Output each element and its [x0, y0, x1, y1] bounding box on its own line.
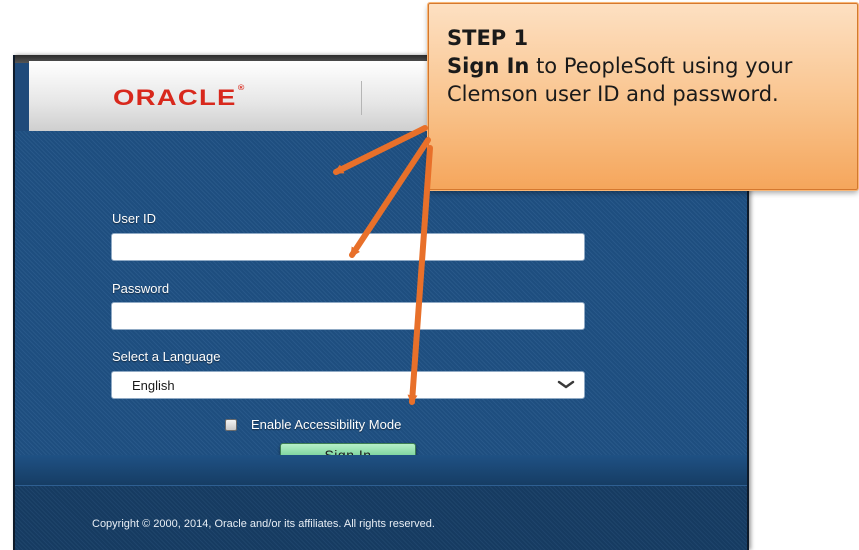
chevron-down-icon[interactable] [556, 374, 576, 394]
callout-step-title: STEP 1 [447, 26, 529, 50]
language-label: Select a Language [112, 349, 221, 364]
password-label: Password [112, 281, 170, 296]
screenshot-stage: ORACLE® F User ID Password Select a Lang… [0, 0, 859, 550]
language-selected-value: English [132, 378, 175, 393]
callout-body: Sign In to PeopleSoft using your Clemson… [447, 52, 841, 108]
oracle-logo: ORACLE® [113, 85, 246, 111]
password-input[interactable] [111, 302, 585, 330]
header-divider [361, 81, 362, 115]
accessibility-label: Enable Accessibility Mode [251, 417, 402, 432]
user-id-label: User ID [112, 211, 157, 226]
copyright-text: Copyright © 2000, 2014, Oracle and/or it… [92, 518, 435, 530]
accessibility-checkbox[interactable] [225, 419, 237, 431]
user-id-input[interactable] [111, 233, 585, 261]
footer-band: Copyright © 2000, 2014, Oracle and/or it… [15, 485, 747, 550]
oracle-logo-text: ORACLE [113, 85, 237, 110]
panel-bottom-fade [15, 455, 747, 485]
oracle-logo-trademark: ® [237, 85, 246, 92]
language-select[interactable]: English [111, 371, 585, 399]
callout-action: Sign In [447, 54, 530, 78]
step-callout: STEP 1 Sign In to PeopleSoft using your … [428, 3, 858, 190]
